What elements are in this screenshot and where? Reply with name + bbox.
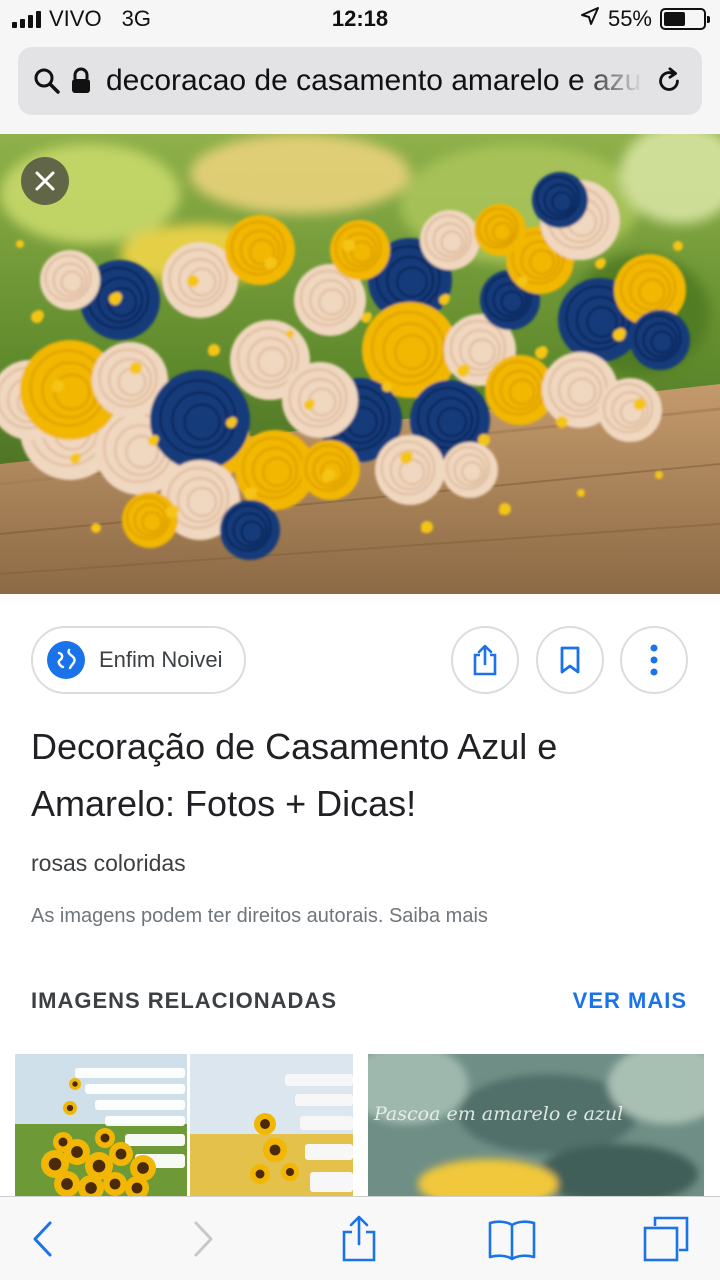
share-icon — [342, 1215, 376, 1262]
thumb-caption: Pascoa em amarelo e azul — [373, 1103, 623, 1125]
close-icon — [35, 171, 55, 191]
source-name: Enfim Noivei — [99, 647, 223, 672]
copyright-notice[interactable]: As imagens podem ter direitos autorais. … — [31, 905, 488, 928]
lock-icon — [66, 66, 96, 96]
browser-toolbar — [0, 1196, 720, 1280]
battery-fill — [664, 12, 685, 26]
battery-icon — [660, 8, 710, 30]
url-field[interactable]: decoracao de casamento amarelo e azul — [106, 64, 644, 98]
share-button[interactable] — [451, 626, 519, 694]
see-more-link[interactable]: VER MAIS — [573, 988, 687, 1014]
source-chip[interactable]: Enfim Noivei — [31, 626, 247, 694]
result-title[interactable]: Decoração de Casamento Azul e Amarelo: F… — [31, 718, 671, 832]
back-icon — [33, 1221, 52, 1257]
related-image-1[interactable] — [15, 1054, 353, 1196]
battery-percent: 55% — [607, 6, 652, 31]
bookmark-button[interactable] — [536, 626, 604, 694]
bookmarks-button[interactable] — [482, 1209, 542, 1269]
address-bar[interactable]: decoracao de casamento amarelo e azul — [18, 47, 702, 115]
reload-icon[interactable] — [654, 66, 684, 96]
result-image[interactable] — [0, 134, 720, 594]
related-images-header: IMAGENS RELACIONADAS — [31, 988, 338, 1013]
search-icon — [32, 66, 62, 96]
more-options-button[interactable] — [620, 626, 688, 694]
forward-icon — [194, 1221, 213, 1257]
location-icon — [580, 6, 600, 32]
globe-icon — [47, 641, 85, 679]
close-button[interactable] — [21, 157, 69, 205]
back-button[interactable] — [12, 1209, 72, 1269]
related-image-2[interactable]: Pascoa em amarelo e azul — [368, 1054, 704, 1196]
address-bar-container: decoracao de casamento amarelo e azul — [0, 40, 720, 134]
bookmark-icon — [560, 646, 580, 674]
more-vert-icon — [650, 644, 658, 676]
toolbar-share-button[interactable] — [329, 1209, 389, 1269]
forward-button[interactable] — [174, 1209, 234, 1269]
share-icon — [473, 644, 497, 676]
tabs-button[interactable] — [636, 1209, 696, 1269]
tabs-icon — [643, 1216, 689, 1262]
status-bar: VIVO 3G 12:18 55% — [0, 0, 720, 40]
status-right: 55% — [580, 6, 710, 32]
bookmarks-icon — [488, 1220, 536, 1261]
result-subtitle: rosas coloridas — [31, 850, 186, 876]
